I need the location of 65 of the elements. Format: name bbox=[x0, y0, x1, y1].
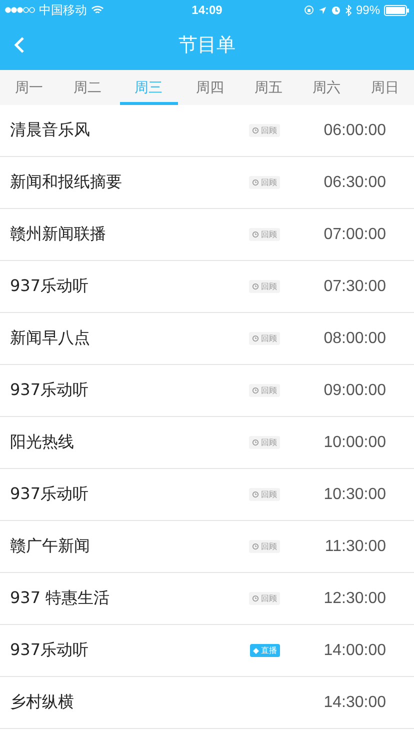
wifi-icon bbox=[91, 5, 104, 15]
program-time: 14:30:00 bbox=[322, 694, 386, 712]
replay-badge[interactable]: 回顾 bbox=[249, 124, 280, 137]
day-tab[interactable]: 周日 bbox=[356, 70, 414, 105]
day-tab[interactable]: 周一 bbox=[0, 70, 58, 105]
program-time: 11:30:00 bbox=[324, 538, 386, 556]
replay-icon bbox=[252, 439, 259, 446]
replay-badge[interactable]: 回顾 bbox=[249, 332, 280, 345]
day-tab[interactable]: 周四 bbox=[180, 70, 240, 105]
battery-icon bbox=[384, 4, 410, 16]
day-tab[interactable]: 周三 bbox=[120, 70, 178, 105]
day-tab[interactable]: 周五 bbox=[239, 70, 298, 105]
replay-icon bbox=[252, 179, 259, 186]
replay-icon bbox=[252, 127, 259, 134]
battery-percent: 99% bbox=[356, 3, 380, 17]
program-time: 06:30:00 bbox=[322, 174, 386, 192]
program-name: 新闻早八点 bbox=[10, 328, 91, 349]
replay-icon bbox=[252, 595, 259, 602]
program-time: 12:30:00 bbox=[322, 590, 386, 608]
program-name: 937乐动听 bbox=[10, 276, 90, 297]
program-name: 937乐动听 bbox=[10, 484, 90, 505]
replay-badge[interactable]: 回顾 bbox=[249, 228, 280, 241]
program-time: 07:00:00 bbox=[322, 226, 386, 244]
program-name: 937乐动听 bbox=[10, 380, 90, 401]
diamond-icon bbox=[253, 648, 259, 654]
carrier: 中国移动 bbox=[39, 2, 87, 18]
day-tab[interactable]: 周二 bbox=[58, 70, 117, 105]
replay-badge[interactable]: 回顾 bbox=[249, 488, 280, 501]
replay-badge[interactable]: 回顾 bbox=[249, 592, 280, 605]
replay-icon bbox=[252, 335, 259, 342]
program-name: 新闻和报纸摘要 bbox=[10, 172, 123, 193]
program-name: 阳光热线 bbox=[10, 432, 75, 453]
replay-badge[interactable]: 回顾 bbox=[249, 176, 280, 189]
program-time: 07:30:00 bbox=[322, 278, 386, 296]
replay-icon bbox=[252, 387, 259, 394]
program-time: 10:30:00 bbox=[322, 486, 386, 504]
replay-icon bbox=[252, 231, 259, 238]
program-time: 14:00:00 bbox=[322, 642, 386, 660]
program-time: 09:00:00 bbox=[322, 382, 386, 400]
lock-rotation-icon bbox=[304, 5, 314, 15]
program-name: 937乐动听 bbox=[10, 640, 90, 661]
replay-icon bbox=[252, 283, 259, 290]
replay-badge[interactable]: 回顾 bbox=[249, 540, 280, 553]
program-name: 937 特惠生活 bbox=[10, 588, 111, 609]
back-icon[interactable] bbox=[14, 36, 25, 54]
replay-badge[interactable]: 回顾 bbox=[249, 384, 280, 397]
page-title: 节目单 bbox=[178, 33, 236, 58]
program-time: 10:00:00 bbox=[322, 434, 386, 452]
program-name: 清晨音乐风 bbox=[10, 120, 91, 141]
location-icon bbox=[318, 6, 327, 14]
program-name: 赣州新闻联播 bbox=[10, 224, 107, 245]
program-name: 赣广午新闻 bbox=[10, 536, 91, 557]
bluetooth-icon bbox=[344, 4, 352, 16]
day-tab[interactable]: 周六 bbox=[297, 70, 356, 105]
signal-icon bbox=[5, 7, 35, 13]
replay-badge[interactable]: 回顾 bbox=[249, 436, 280, 449]
program-time: 06:00:00 bbox=[322, 122, 386, 140]
program-name: 乡村纵横 bbox=[10, 692, 75, 713]
alarm-icon bbox=[330, 5, 341, 15]
replay-badge[interactable]: 回顾 bbox=[249, 280, 280, 293]
replay-icon bbox=[252, 491, 259, 498]
program-time: 08:00:00 bbox=[322, 330, 386, 348]
clock: 14:09 bbox=[192, 3, 222, 17]
replay-icon bbox=[252, 543, 259, 550]
live-badge[interactable]: 直播 bbox=[250, 644, 280, 657]
